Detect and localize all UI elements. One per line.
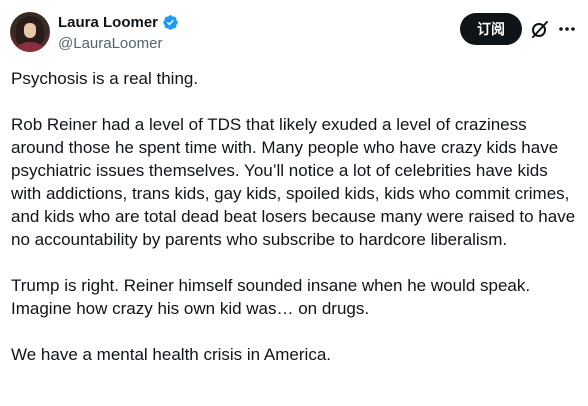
more-icon[interactable] [557,19,577,39]
tweet-paragraph: Rob Reiner had a level of TDS that likel… [11,115,576,249]
subscribe-button[interactable]: 订阅 [460,13,522,45]
tweet-paragraph: We have a mental health crisis in Americ… [11,345,331,364]
tweet-paragraph: Psychosis is a real thing. [11,69,199,88]
author-row: Laura Loomer [58,13,179,32]
verified-badge-icon [163,15,178,30]
author-name[interactable]: Laura Loomer [58,13,158,32]
tweet-text: Psychosis is a real thing. Rob Reiner ha… [11,67,579,366]
tweet-paragraph: Trump is right. Reiner himself sounded i… [11,276,531,318]
grok-icon[interactable] [530,19,550,39]
author-handle[interactable]: @LauraLoomer [58,34,162,53]
avatar[interactable] [10,12,50,52]
